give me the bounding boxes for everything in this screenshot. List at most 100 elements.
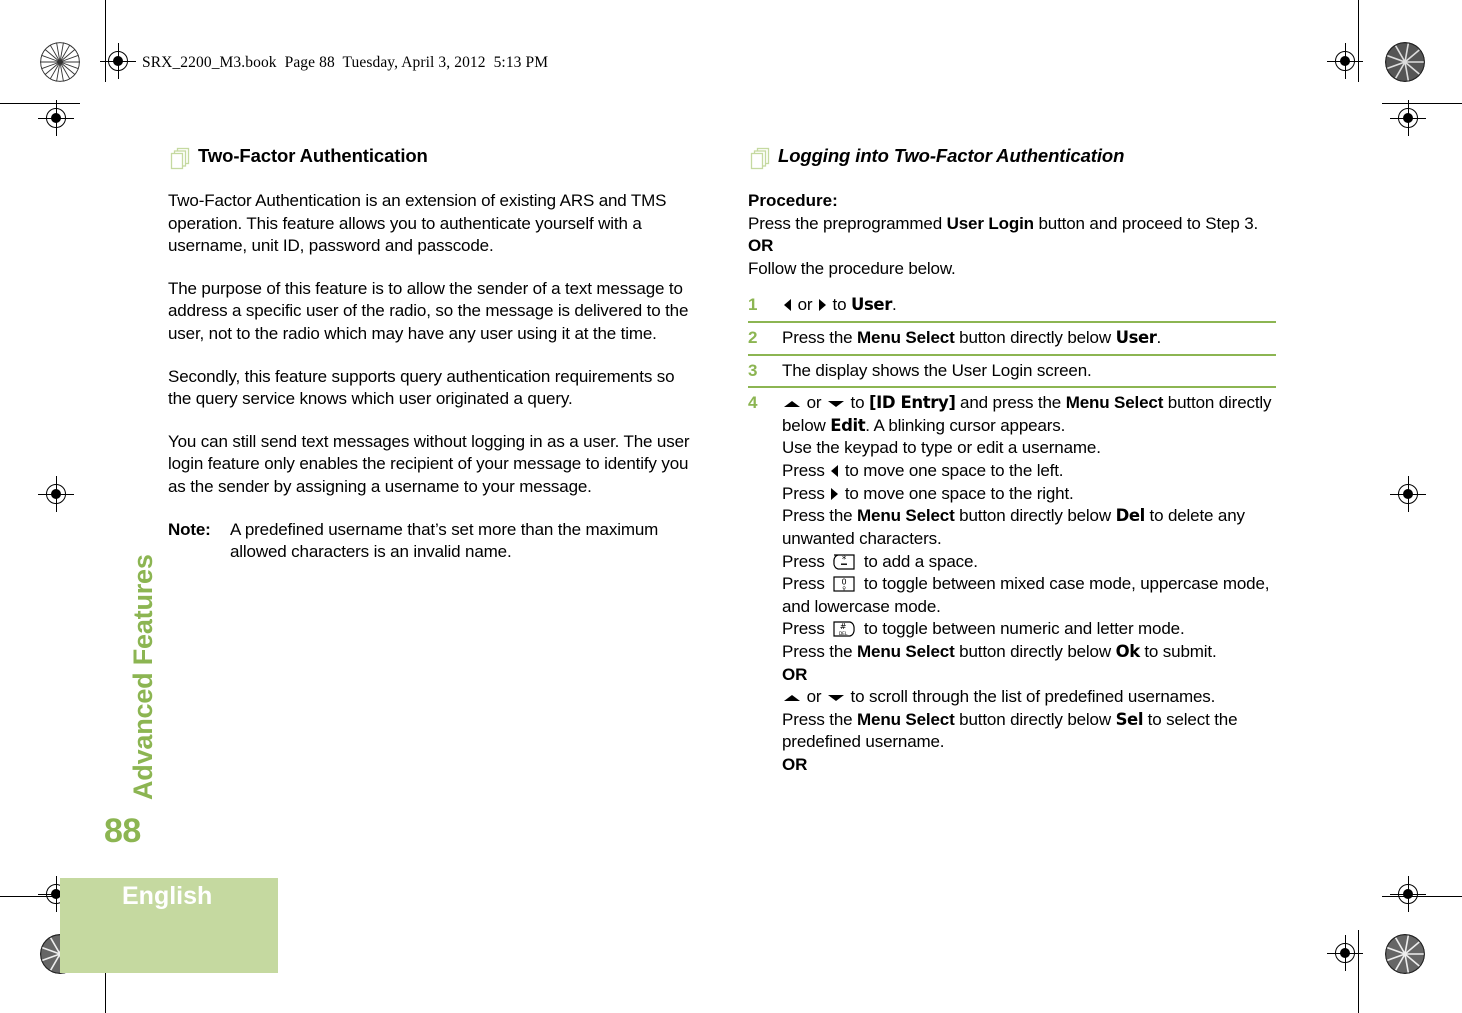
step-body: or to User. xyxy=(782,294,1276,317)
step-text: Press xyxy=(782,461,830,481)
step-text: to xyxy=(827,295,851,315)
procedure-label: Procedure: xyxy=(748,191,838,210)
step-text: and press the xyxy=(955,393,1066,413)
file-slugline: SRX_2200_M3.book Page 88 Tuesday, April … xyxy=(142,54,549,71)
step-number: 3 xyxy=(748,360,758,380)
step-text: Press the xyxy=(782,506,858,526)
arrow-down-icon xyxy=(827,695,844,702)
right-section-heading: Logging into Two-Factor Authentication xyxy=(748,145,1276,173)
emphasis-text: OR xyxy=(782,664,808,684)
reg-mark-top-right xyxy=(1327,43,1363,79)
step-line: Press 0 ♀ to toggle between mixed case mo… xyxy=(782,573,1276,618)
step-text: . xyxy=(1156,328,1162,348)
step-text: button directly below xyxy=(954,328,1116,348)
star-target-top-right xyxy=(1385,42,1425,82)
svg-text:DEL: DEL xyxy=(839,631,848,637)
stacked-pages-icon xyxy=(748,147,772,173)
arrow-right-icon xyxy=(818,299,826,312)
step-line: or to scroll through the list of predefi… xyxy=(782,686,1276,709)
step-line: Use the keypad to type or edit a usernam… xyxy=(782,437,1276,460)
arrow-right-icon xyxy=(831,487,839,500)
procedure-intro-part2: button and proceed to Step 3. xyxy=(1033,213,1259,233)
svg-text:♀: ♀ xyxy=(843,586,847,592)
left-column: Two-Factor Authentication Two-Factor Aut… xyxy=(168,145,696,564)
procedure-step: 3 The display shows the User Login screen… xyxy=(748,353,1276,383)
key-zero-icon: 0 ♀ xyxy=(831,575,857,593)
key-hash-del-icon: # DEL xyxy=(831,620,857,638)
step-line: Press the Menu Select button directly be… xyxy=(782,641,1276,664)
emphasis-text: Menu Select xyxy=(857,709,955,729)
arrow-left-icon xyxy=(784,299,791,312)
step-text: . xyxy=(891,295,897,315)
emphasis-text: Menu Select xyxy=(857,328,955,348)
procedure-step: 2 Press the Menu Select button directly b… xyxy=(748,321,1276,350)
emphasis-text: OR xyxy=(782,755,808,775)
reg-mark-top-left xyxy=(100,43,136,79)
left-section-heading: Two-Factor Authentication xyxy=(168,145,696,173)
reg-mark-upper-left xyxy=(38,100,74,136)
reg-mark-middle-left xyxy=(38,476,74,512)
step-text: button directly below xyxy=(954,709,1116,729)
procedure-step: 1 or to User. xyxy=(748,294,1276,317)
step-text: . A blinking cursor appears. xyxy=(865,415,1066,435)
step-line: The display shows the User Login screen. xyxy=(782,360,1276,383)
step-text: button directly below xyxy=(954,641,1116,661)
step-text: Press xyxy=(782,574,830,594)
step-body: The display shows the User Login screen. xyxy=(782,360,1276,383)
step-text: or xyxy=(793,295,817,315)
user-login-button-name: User Login xyxy=(946,213,1034,233)
step-text: Press xyxy=(782,619,830,639)
arrow-up-icon xyxy=(784,401,800,408)
reg-mark-upper-right xyxy=(1390,100,1426,136)
procedure-intro-part3: Follow the procedure below. xyxy=(748,258,956,278)
emphasis-text: Menu Select xyxy=(1065,393,1164,413)
step-text: to scroll through the list of predefined… xyxy=(845,687,1216,707)
display-label: [ID Entry] xyxy=(869,393,956,413)
display-label: Del xyxy=(1115,506,1146,526)
step-line: Press to move one space to the left. xyxy=(782,460,1276,483)
step-line: or to User. xyxy=(782,294,1276,317)
star-target-top-left xyxy=(40,42,80,82)
procedure-intro-or: OR xyxy=(748,236,774,256)
step-text: The display shows the User Login screen. xyxy=(782,360,1092,380)
arrow-down-icon xyxy=(827,401,844,408)
procedure-step: 4 or to [ID Entry] and press the Menu Se… xyxy=(748,386,1276,776)
step-body: Press the Menu Select button directly be… xyxy=(782,327,1276,350)
left-paragraph-1: Two-Factor Authentication is an extensio… xyxy=(168,191,667,256)
stacked-pages-icon xyxy=(168,147,192,173)
star-target-bottom-right xyxy=(1385,934,1425,974)
step-line: Press the Menu Select button directly be… xyxy=(782,505,1276,550)
procedure-intro: Press the preprogrammed User Login butto… xyxy=(748,213,1276,281)
step-line: Press # DEL to toggle between numeric and… xyxy=(782,618,1276,641)
reg-mark-lower-right xyxy=(1390,876,1426,912)
svg-text:#: # xyxy=(840,622,847,631)
step-number: 1 xyxy=(748,295,758,315)
step-line: Press the Menu Select button directly be… xyxy=(782,327,1276,350)
step-line: OR xyxy=(782,754,1276,777)
display-label: Ok xyxy=(1115,641,1141,661)
emphasis-text: Menu Select xyxy=(857,641,955,661)
right-section-heading-text: Logging into Two-Factor Authentication xyxy=(778,145,1125,166)
step-text: to add a space. xyxy=(859,551,978,571)
procedure-step-list: 1 or to User. 2 Press the Menu Select butt… xyxy=(748,294,1276,776)
note-text: A predefined username that’s set more th… xyxy=(230,519,659,562)
step-text: Press xyxy=(782,551,830,571)
step-text: to move one space to the left. xyxy=(840,461,1064,481)
step-line: Press * to add a space. xyxy=(782,551,1276,574)
step-text: or xyxy=(802,687,826,707)
step-text: Press the xyxy=(782,709,858,729)
left-paragraph-3: Secondly, this feature supports query au… xyxy=(168,366,675,409)
reg-mark-bottom-right xyxy=(1327,935,1363,971)
step-text: Press xyxy=(782,483,830,503)
step-body: or to [ID Entry] and press the Menu Sele… xyxy=(782,392,1276,776)
chapter-title-vertical: Advanced Features xyxy=(128,554,158,800)
step-number: 2 xyxy=(748,328,758,348)
language-tab-label: English xyxy=(122,882,213,910)
arrow-left-icon xyxy=(831,465,839,478)
step-text: to toggle between numeric and letter mod… xyxy=(859,619,1185,639)
reg-mark-middle-right xyxy=(1390,476,1426,512)
right-column: Logging into Two-Factor Authentication P… xyxy=(748,145,1276,777)
note-label: Note: xyxy=(168,519,211,539)
display-label: Edit xyxy=(830,415,866,435)
step-line: OR xyxy=(782,664,1276,687)
